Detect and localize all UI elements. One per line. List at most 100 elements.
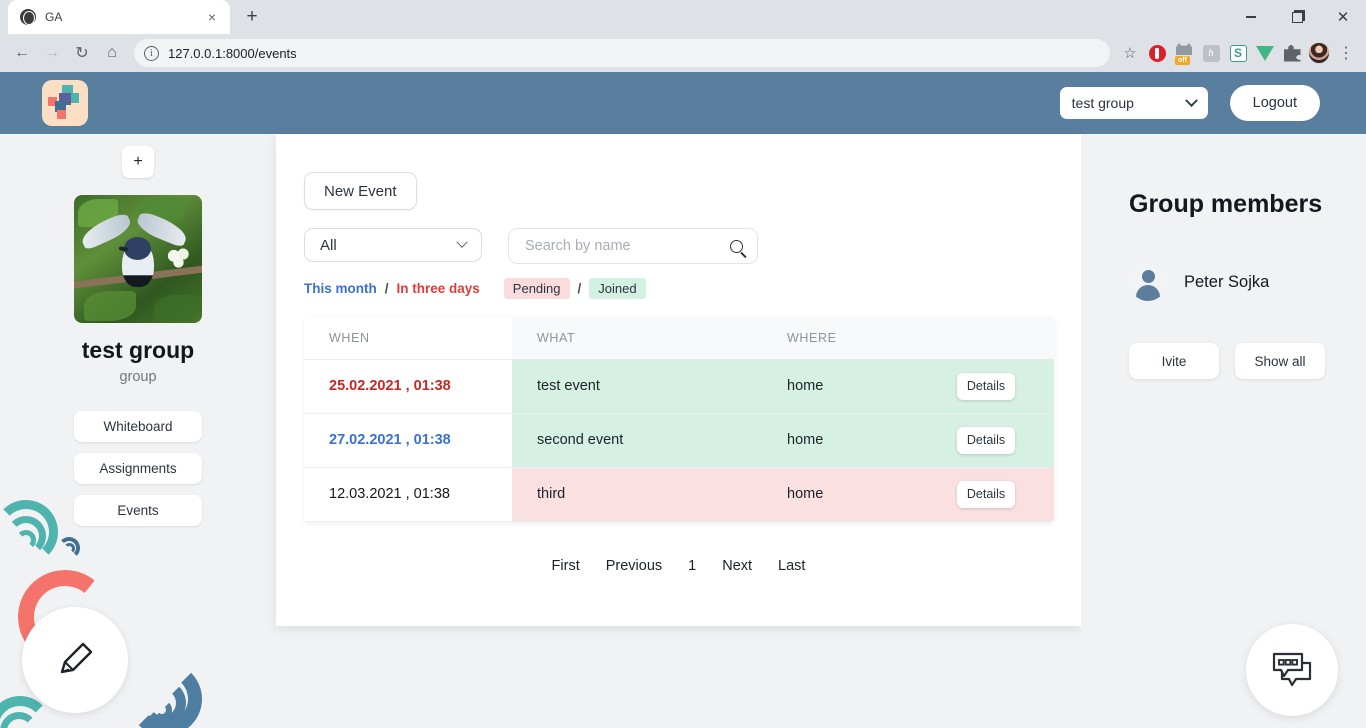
add-group-button[interactable]: +: [122, 146, 154, 178]
events-panel: New Event All This month / In three days: [276, 134, 1081, 626]
extension-off-icon[interactable]: off: [1172, 41, 1196, 65]
events-table: WHEN WHAT WHERE 25.02.2021 , 01:38 test …: [304, 317, 1054, 522]
globe-icon: [20, 9, 36, 25]
table-row[interactable]: 12.03.2021 , 01:38 third home Details: [304, 467, 1054, 521]
event-what: test event: [512, 359, 762, 413]
new-event-button[interactable]: New Event: [304, 172, 417, 210]
profile-avatar-icon[interactable]: [1307, 41, 1331, 65]
sidebar: + test group group Whiteboard Assignment…: [0, 134, 276, 728]
search-input[interactable]: [525, 238, 710, 254]
search-icon[interactable]: [730, 240, 743, 253]
site-info-icon[interactable]: i: [144, 46, 159, 61]
table-row[interactable]: 27.02.2021 , 01:38 second event home Det…: [304, 413, 1054, 467]
table-body: 25.02.2021 , 01:38 test event home Detai…: [304, 359, 1054, 521]
quick-filters: This month / In three days Pending / Joi…: [304, 278, 1053, 299]
table-row[interactable]: 25.02.2021 , 01:38 test event home Detai…: [304, 359, 1054, 413]
group-type: group: [119, 369, 156, 385]
extensions-row: ☆ off h S ⋮: [1118, 41, 1358, 65]
extensions-puzzle-icon[interactable]: [1280, 41, 1304, 65]
group-name: test group: [82, 337, 194, 364]
logout-button[interactable]: Logout: [1230, 85, 1320, 121]
close-icon[interactable]: ×: [202, 7, 222, 27]
browser-menu-icon[interactable]: ⋮: [1334, 41, 1358, 65]
browser-tab[interactable]: GA ×: [8, 0, 230, 34]
event-where: home: [762, 413, 957, 467]
app-window: test group Logout + test gro: [0, 72, 1366, 728]
invite-button[interactable]: Ivite: [1129, 343, 1219, 379]
pagination-previous[interactable]: Previous: [606, 558, 662, 574]
new-tab-button[interactable]: +: [238, 3, 266, 31]
home-icon[interactable]: ⌂: [98, 39, 126, 67]
user-avatar-icon: [1129, 263, 1167, 301]
tab-title: GA: [45, 10, 193, 24]
event-when: 12.03.2021 , 01:38: [329, 486, 450, 502]
group-selector[interactable]: test group: [1060, 87, 1208, 119]
window-controls: ✕: [1228, 0, 1366, 34]
body-area: + test group group Whiteboard Assignment…: [0, 134, 1366, 728]
off-badge: off: [1175, 56, 1190, 65]
hypothesis-icon[interactable]: h: [1199, 41, 1223, 65]
chat-bubbles-icon: [1269, 649, 1315, 691]
pagination-last[interactable]: Last: [778, 558, 805, 574]
show-all-button[interactable]: Show all: [1235, 343, 1325, 379]
adblock-icon[interactable]: [1145, 41, 1169, 65]
group-photo-bird: [74, 195, 202, 323]
tab-strip: GA × + ✕: [0, 0, 1366, 34]
page-title: Group members: [1129, 190, 1366, 219]
event-what: third: [512, 467, 762, 521]
chevron-down-icon: [1185, 94, 1198, 107]
chat-button[interactable]: [1246, 624, 1338, 716]
bookmark-star-icon[interactable]: ☆: [1118, 41, 1142, 65]
reload-icon[interactable]: ↻: [68, 39, 96, 67]
details-button[interactable]: Details: [957, 481, 1015, 508]
filter-separator-2: /: [578, 281, 582, 296]
list-item[interactable]: Peter Sojka: [1129, 263, 1366, 301]
event-type-select-value: All: [320, 237, 337, 254]
header-actions: test group Logout: [1060, 85, 1320, 121]
details-button[interactable]: Details: [957, 427, 1015, 454]
vue-devtools-icon[interactable]: [1253, 41, 1277, 65]
maximize-icon[interactable]: [1274, 0, 1320, 34]
pagination-first[interactable]: First: [552, 558, 580, 574]
sidebar-item-assignments[interactable]: Assignments: [74, 453, 202, 484]
browser-chrome: GA × + ✕ ← → ↻ ⌂ i 127.0.0.1:8000/events…: [0, 0, 1366, 72]
event-where: home: [762, 467, 957, 521]
details-button[interactable]: Details: [957, 373, 1015, 400]
back-icon[interactable]: ←: [8, 39, 36, 67]
group-selector-value: test group: [1072, 95, 1134, 111]
pagination-current[interactable]: 1: [688, 558, 696, 574]
chevron-down-icon: [456, 237, 467, 248]
event-when: 25.02.2021 , 01:38: [329, 378, 451, 394]
event-type-select[interactable]: All: [304, 228, 482, 262]
app-header: test group Logout: [0, 72, 1366, 134]
column-header-where: WHERE: [762, 317, 957, 359]
column-header-action: [957, 317, 1054, 359]
column-header-when: WHEN: [304, 317, 512, 359]
close-icon[interactable]: ✕: [1320, 0, 1366, 34]
app-logo[interactable]: [42, 80, 88, 126]
member-actions: Ivite Show all: [1129, 343, 1366, 379]
filter-this-month[interactable]: This month: [304, 281, 377, 296]
search-box[interactable]: [508, 228, 758, 264]
sidebar-item-whiteboard[interactable]: Whiteboard: [74, 411, 202, 442]
url-text: 127.0.0.1:8000/events: [168, 46, 297, 61]
browser-toolbar: ← → ↻ ⌂ i 127.0.0.1:8000/events ☆ off h …: [0, 34, 1366, 72]
event-when: 27.02.2021 , 01:38: [329, 432, 451, 448]
shopping-s-icon[interactable]: S: [1226, 41, 1250, 65]
address-bar[interactable]: i 127.0.0.1:8000/events: [134, 39, 1110, 67]
forward-icon[interactable]: →: [38, 39, 66, 67]
event-where: home: [762, 359, 957, 413]
filter-separator-1: /: [385, 281, 389, 296]
minimize-icon[interactable]: [1228, 0, 1274, 34]
filters-row: All: [304, 228, 1053, 264]
filter-pending[interactable]: Pending: [504, 278, 570, 299]
sidebar-nav: Whiteboard Assignments Events: [74, 411, 202, 526]
sidebar-item-events[interactable]: Events: [74, 495, 202, 526]
filter-in-three-days[interactable]: In three days: [397, 281, 480, 296]
filter-joined[interactable]: Joined: [589, 278, 645, 299]
column-header-what: WHAT: [512, 317, 762, 359]
table-header: WHEN WHAT WHERE: [304, 317, 1054, 359]
pagination: First Previous 1 Next Last: [304, 558, 1053, 574]
pagination-next[interactable]: Next: [722, 558, 752, 574]
member-name: Peter Sojka: [1184, 273, 1269, 292]
